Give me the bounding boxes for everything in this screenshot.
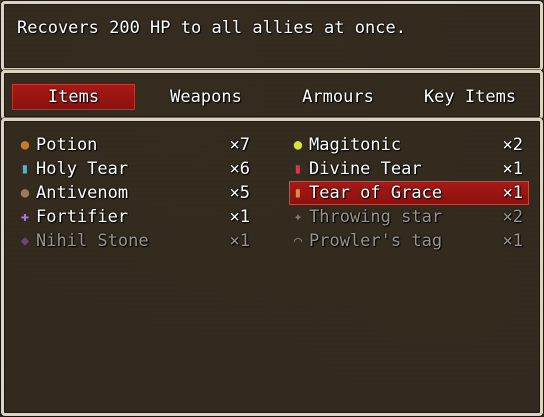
item-name: Divine Tear [309, 159, 422, 179]
nihil-stone-icon: ◆ [20, 233, 30, 249]
holy-tear-icon: ▮ [20, 161, 30, 177]
tab-weapons[interactable]: Weapons [144, 84, 268, 110]
category-window: Items Weapons Armours Key Items [1, 70, 543, 120]
item-name: Prowler's tag [309, 231, 443, 251]
item-name: Holy Tear [36, 159, 129, 179]
item-name: Fortifier [36, 207, 129, 227]
tab-key-items[interactable]: Key Items [408, 84, 532, 110]
magitonic-icon: ● [293, 137, 303, 153]
tear-of-grace-icon: ▮ [293, 185, 303, 201]
item-count: ×1 [502, 183, 523, 203]
item-count: ×7 [229, 135, 250, 155]
tab-armours[interactable]: Armours [276, 84, 400, 110]
tab-items[interactable]: Items [12, 84, 135, 110]
item-entry[interactable]: ⌒ Prowler's tag ×1 [289, 229, 529, 253]
help-window: Recovers 200 HP to all allies at once. [1, 1, 543, 71]
item-count: ×5 [229, 183, 250, 203]
item-count: ×1 [502, 231, 523, 251]
fortifier-icon: ✚ [20, 209, 30, 225]
item-entry[interactable]: ● Antivenom ×5 [16, 181, 256, 205]
item-name: Nihil Stone [36, 231, 149, 251]
divine-tear-icon: ▮ [293, 161, 303, 177]
item-count: ×2 [502, 135, 523, 155]
item-entry[interactable]: ▮ Tear of Grace ×1 [289, 181, 529, 205]
item-name: Potion [36, 135, 98, 155]
item-name: Magitonic [309, 135, 402, 155]
item-entry[interactable]: ✚ Fortifier ×1 [16, 205, 256, 229]
throwing-star-icon: ✦ [293, 209, 303, 225]
item-entry[interactable]: ▮ Holy Tear ×6 [16, 157, 256, 181]
item-count: ×2 [502, 207, 523, 227]
item-count: ×1 [229, 207, 250, 227]
item-description: Recovers 200 HP to all allies at once. [17, 18, 406, 38]
item-count: ×1 [502, 159, 523, 179]
prowlers-tag-icon: ⌒ [293, 233, 303, 249]
item-entry[interactable]: ● Potion ×7 [16, 133, 256, 157]
item-entry[interactable]: ◆ Nihil Stone ×1 [16, 229, 256, 253]
item-list-window: ● Potion ×7 ● Magitonic ×2 ▮ Holy Tear ×6 ▮ Divine… [1, 118, 543, 416]
antivenom-icon: ● [20, 185, 30, 201]
item-name: Tear of Grace [309, 183, 443, 203]
item-name: Throwing star [309, 207, 443, 227]
item-count: ×1 [229, 231, 250, 251]
item-name: Antivenom [36, 183, 129, 203]
item-entry[interactable]: ▮ Divine Tear ×1 [289, 157, 529, 181]
item-entry[interactable]: ● Magitonic ×2 [289, 133, 529, 157]
item-entry[interactable]: ✦ Throwing star ×2 [289, 205, 529, 229]
item-count: ×6 [229, 159, 250, 179]
potion-icon: ● [20, 137, 30, 153]
